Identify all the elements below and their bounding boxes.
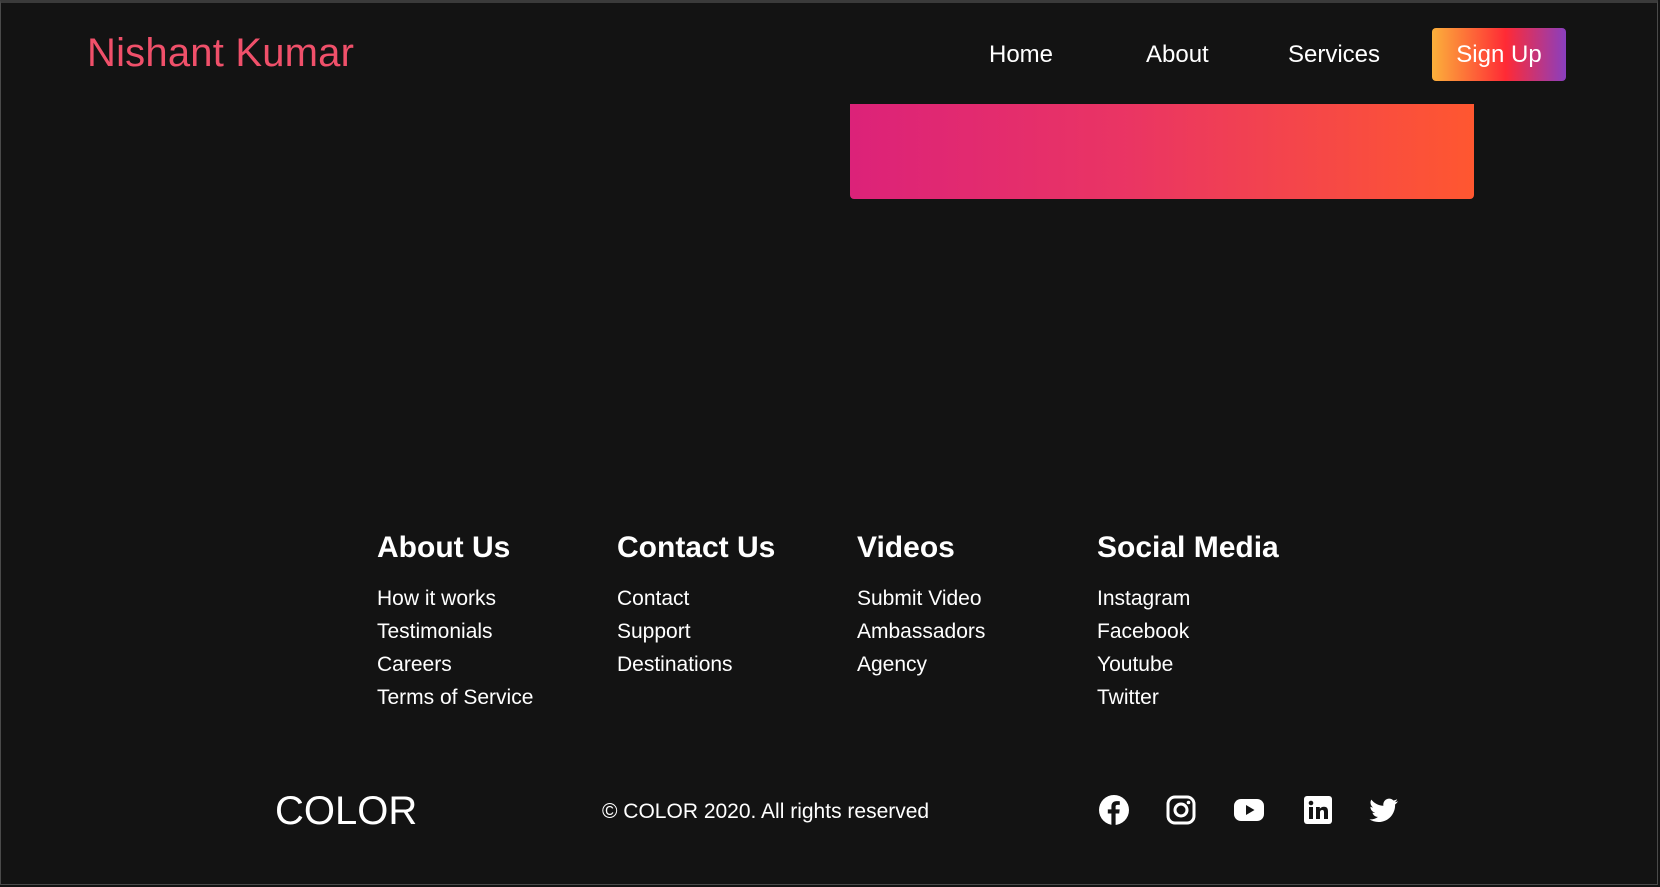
- footer-column-contact-us: Contact Us Contact Support Destinations: [617, 531, 775, 681]
- footer-link-facebook[interactable]: Facebook: [1097, 615, 1279, 648]
- footer-link-agency[interactable]: Agency: [857, 648, 985, 681]
- nav-about[interactable]: About: [1146, 41, 1209, 69]
- footer-heading-about-us: About Us: [377, 531, 511, 564]
- footer-link-terms-of-service[interactable]: Terms of Service: [377, 681, 533, 714]
- footer-link-testimonials[interactable]: Testimonials: [377, 615, 533, 648]
- footer-link-submit-video[interactable]: Submit Video: [857, 582, 985, 615]
- footer-link-ambassadors[interactable]: Ambassadors: [857, 615, 985, 648]
- footer-column-videos: Videos Submit Video Ambassadors Agency: [857, 531, 985, 681]
- page: Nishant Kumar Home About Services Sign U…: [0, 0, 1658, 885]
- youtube-icon[interactable]: [1233, 794, 1265, 826]
- footer-link-twitter[interactable]: Twitter: [1097, 681, 1279, 714]
- footer-link-how-it-works[interactable]: How it works: [377, 582, 533, 615]
- footer-link-support[interactable]: Support: [617, 615, 775, 648]
- copyright-text: © COLOR 2020. All rights reserved: [602, 800, 930, 823]
- footer-link-youtube[interactable]: Youtube: [1097, 648, 1279, 681]
- linkedin-icon[interactable]: [1302, 794, 1334, 826]
- footer-column-about-us: About Us How it works Testimonials Caree…: [377, 531, 533, 714]
- footer-heading-contact-us: Contact Us: [617, 531, 776, 564]
- nav-home[interactable]: Home: [989, 41, 1053, 69]
- footer-link-instagram[interactable]: Instagram: [1097, 582, 1279, 615]
- nav-services[interactable]: Services: [1288, 41, 1380, 69]
- footer-column-social-media: Social Media Instagram Facebook Youtube …: [1097, 531, 1279, 714]
- footer-link-contact[interactable]: Contact: [617, 582, 775, 615]
- facebook-icon[interactable]: [1098, 794, 1130, 826]
- brand-logo[interactable]: Nishant Kumar: [87, 31, 354, 76]
- footer-heading-videos: Videos: [857, 531, 955, 564]
- footer-heading-social-media: Social Media: [1097, 531, 1279, 564]
- twitter-icon[interactable]: [1368, 794, 1400, 826]
- instagram-icon[interactable]: [1165, 794, 1197, 826]
- hero-gradient-block: [850, 104, 1474, 199]
- footer-logo[interactable]: COLOR: [275, 789, 417, 834]
- footer-link-destinations[interactable]: Destinations: [617, 648, 775, 681]
- signup-button[interactable]: Sign Up: [1432, 28, 1566, 81]
- footer-link-careers[interactable]: Careers: [377, 648, 533, 681]
